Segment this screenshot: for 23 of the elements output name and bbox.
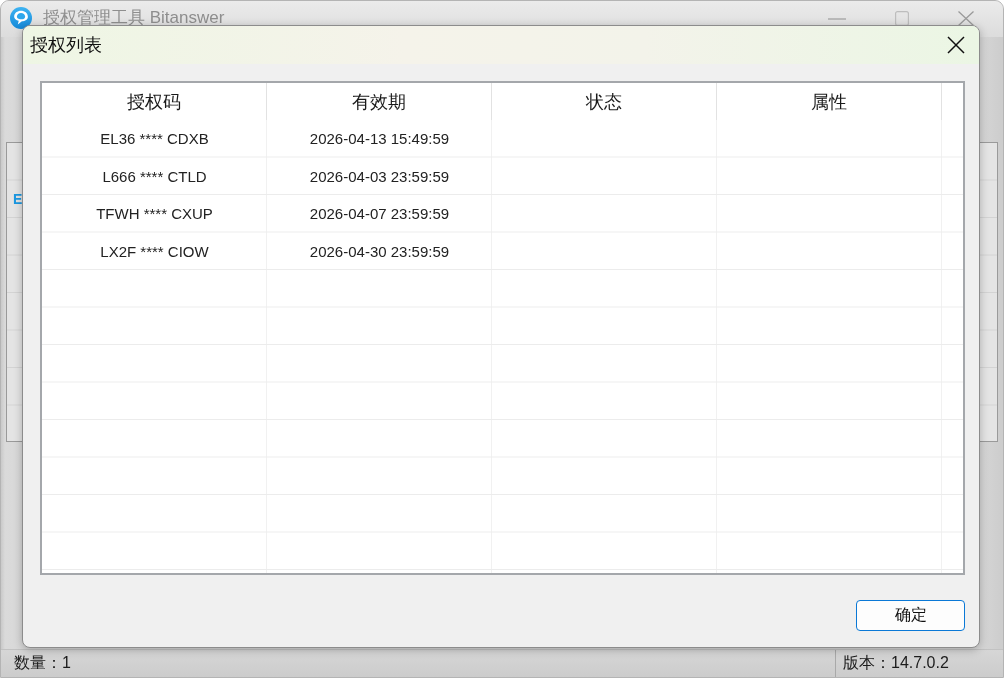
confirm-button[interactable]: 确定 [856, 600, 965, 631]
table-cell: 2026-04-30 23:59:59 [309, 242, 450, 260]
window-title: 授权管理工具 Bitanswer [43, 7, 225, 29]
column-header[interactable]: 状态 [492, 83, 717, 120]
status-count: 数量：1 [14, 653, 71, 673]
list-item-text: E [13, 190, 23, 208]
table-cell: TFWH **** CXUP [96, 205, 213, 223]
table-cell: 2026-04-03 23:59:59 [309, 167, 450, 185]
table-cell: 2026-04-13 15:49:59 [309, 130, 450, 148]
close-icon [947, 36, 965, 54]
status-version: 版本：14.7.0.2 [843, 653, 949, 673]
dialog-title: 授权列表 [30, 34, 102, 57]
table-cell: 2026-04-07 23:59:59 [309, 205, 450, 223]
table-cell: EL36 **** CDXB [100, 130, 209, 148]
speech-bubble-logo-icon [10, 7, 32, 29]
table-cell: LX2F **** CIOW [100, 242, 209, 260]
column-header[interactable]: 属性 [717, 83, 942, 120]
minimize-icon [828, 18, 846, 20]
table-cell: L666 **** CTLD [102, 167, 207, 185]
close-button[interactable] [947, 36, 965, 54]
column-header[interactable]: 有效期 [267, 83, 492, 120]
close-icon [958, 11, 974, 26]
column-header[interactable]: 授权码 [42, 83, 267, 120]
